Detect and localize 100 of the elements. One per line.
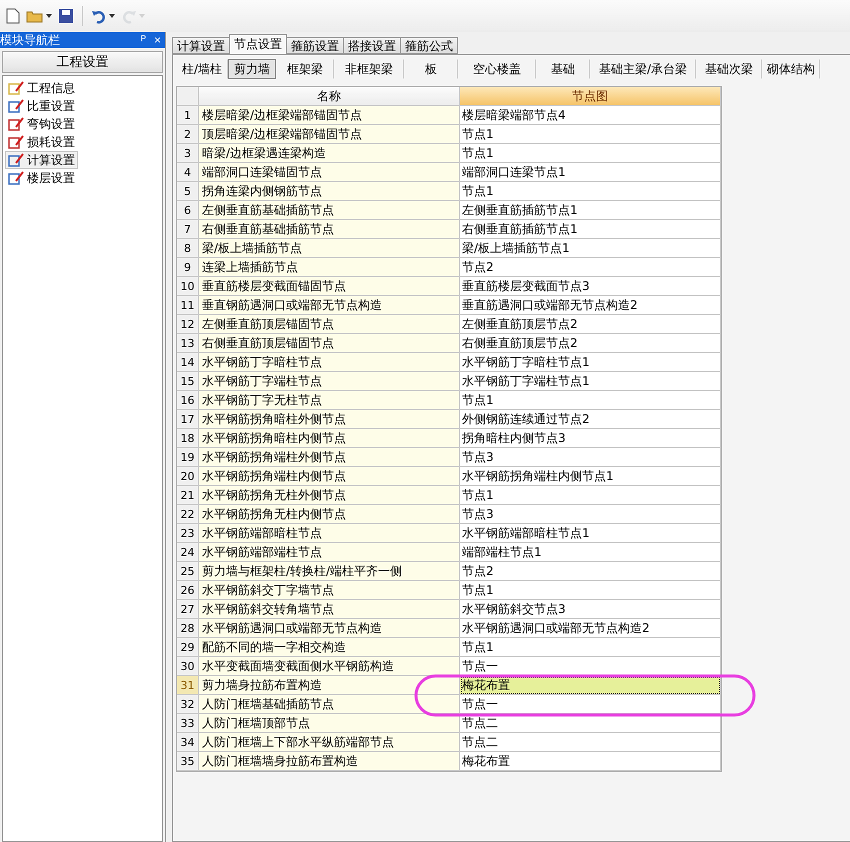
table-cell[interactable]: 梅花布置 [460, 752, 721, 771]
table-cell: 连梁上墙插筋节点 [199, 258, 460, 277]
row-number: 3 [177, 144, 199, 163]
undo-icon [91, 8, 107, 24]
row-number: 21 [177, 486, 199, 505]
row-number: 14 [177, 353, 199, 372]
tab[interactable]: 计算设置 [172, 37, 230, 54]
table-cell: 水平钢筋拐角暗柱外侧节点 [199, 410, 460, 429]
table-cell[interactable]: 节点3 [460, 505, 721, 524]
table-cell: 剪力墙身拉筋布置构造 [199, 676, 460, 695]
table-cell[interactable]: 端部端柱节点1 [460, 543, 721, 562]
table-cell[interactable]: 垂直筋遇洞口或端部无节点构造2 [460, 296, 721, 315]
settings-item-icon [8, 135, 24, 149]
table-cell[interactable]: 水平钢筋拐角端柱内侧节点1 [460, 467, 721, 486]
table-cell[interactable]: 水平钢筋斜交节点3 [460, 600, 721, 619]
table-cell[interactable]: 节点二 [460, 733, 721, 752]
nav-item[interactable]: 弯钩设置 [5, 115, 78, 133]
close-button[interactable]: × [154, 33, 161, 47]
table-cell: 暗梁/边框梁遇连梁构造 [199, 144, 460, 163]
settings-item-icon [8, 99, 24, 113]
row-number: 17 [177, 410, 199, 429]
settings-item-icon [8, 81, 24, 95]
sub-tab[interactable]: 空心楼盖 [458, 59, 536, 79]
nav-item[interactable]: 比重设置 [5, 97, 78, 115]
tab[interactable]: 搭接设置 [343, 37, 401, 54]
nav-item-label: 比重设置 [27, 98, 75, 114]
table-cell[interactable]: 节点1 [460, 144, 721, 163]
table-cell: 水平钢筋丁字无柱节点 [199, 391, 460, 410]
table-cell[interactable]: 右侧垂直筋插筋节点1 [460, 220, 721, 239]
table-cell: 水平钢筋遇洞口或端部无节点构造 [199, 619, 460, 638]
table-cell[interactable]: 节点2 [460, 258, 721, 277]
nav-item-label: 工程信息 [27, 80, 75, 96]
table-cell[interactable]: 节点1 [460, 391, 721, 410]
table-cell[interactable]: 水平钢筋端部暗柱节点1 [460, 524, 721, 543]
table-cell[interactable]: 节点1 [460, 581, 721, 600]
table-cell: 左侧垂直筋基础插筋节点 [199, 201, 460, 220]
row-number: 33 [177, 714, 199, 733]
row-number: 28 [177, 619, 199, 638]
table-cell: 水平变截面墙变截面侧水平钢筋构造 [199, 657, 460, 676]
table-cell[interactable]: 右侧垂直筋顶层节点2 [460, 334, 721, 353]
table-cell[interactable]: 拐角暗柱内侧节点3 [460, 429, 721, 448]
tab[interactable]: 箍筋公式 [400, 37, 458, 54]
tab[interactable]: 节点设置 [229, 34, 287, 54]
sub-tab[interactable]: 非框架梁 [334, 59, 404, 79]
tab[interactable]: 箍筋设置 [286, 37, 344, 54]
table-cell[interactable]: 水平钢筋遇洞口或端部无节点构造2 [460, 619, 721, 638]
table-cell: 剪力墙与框架柱/转换柱/端柱平齐一侧 [199, 562, 460, 581]
row-number: 8 [177, 239, 199, 258]
sub-tab[interactable]: 基础次梁 [696, 59, 762, 79]
table-cell: 水平钢筋拐角端柱内侧节点 [199, 467, 460, 486]
sub-tab[interactable]: 框架梁 [276, 59, 334, 79]
table-cell: 水平钢筋丁字端柱节点 [199, 372, 460, 391]
table-cell[interactable]: 垂直筋楼层变截面节点3 [460, 277, 721, 296]
row-number: 26 [177, 581, 199, 600]
table-cell[interactable]: 水平钢筋丁字暗柱节点1 [460, 353, 721, 372]
table-cell[interactable]: 外侧钢筋连续通过节点2 [460, 410, 721, 429]
redo-icon [121, 8, 137, 24]
sub-tab[interactable]: 基础 [536, 59, 590, 79]
table-cell[interactable]: 梁/板上墙插筋节点1 [460, 239, 721, 258]
row-number: 29 [177, 638, 199, 657]
table-cell[interactable]: 节点2 [460, 562, 721, 581]
row-number: 35 [177, 752, 199, 771]
table-cell[interactable]: 节点1 [460, 125, 721, 144]
column-header[interactable]: 节点图 [460, 87, 721, 106]
row-number: 13 [177, 334, 199, 353]
table-cell[interactable]: 节点1 [460, 486, 721, 505]
table-cell[interactable]: 左侧垂直筋插筋节点1 [460, 201, 721, 220]
row-number: 18 [177, 429, 199, 448]
table-cell[interactable]: 节点1 [460, 638, 721, 657]
section-header[interactable]: 工程设置 [2, 51, 163, 73]
table-cell[interactable]: 节点一 [460, 657, 721, 676]
table-cell: 水平钢筋斜交转角墙节点 [199, 600, 460, 619]
table-cell: 水平钢筋拐角无柱外侧节点 [199, 486, 460, 505]
pin-button[interactable]: ᴾ [140, 33, 146, 47]
nav-item[interactable]: 损耗设置 [5, 133, 78, 151]
row-number: 20 [177, 467, 199, 486]
table-cell[interactable]: 端部洞口连梁节点1 [460, 163, 721, 182]
table-cell[interactable]: 水平钢筋丁字端柱节点1 [460, 372, 721, 391]
table-cell[interactable]: 楼层暗梁端部节点4 [460, 106, 721, 125]
row-number: 31 [177, 676, 199, 695]
sub-tab[interactable]: 剪力墙 [228, 59, 276, 79]
table-cell: 配筋不同的墙一字相交构造 [199, 638, 460, 657]
row-number: 6 [177, 201, 199, 220]
nav-item[interactable]: 楼层设置 [5, 169, 78, 187]
row-number: 16 [177, 391, 199, 410]
table-cell[interactable]: 左侧垂直筋顶层节点2 [460, 315, 721, 334]
table-cell[interactable]: 节点3 [460, 448, 721, 467]
sub-tab[interactable]: 砌体结构 [762, 59, 820, 79]
table-cell[interactable]: 节点一 [460, 695, 721, 714]
nav-item[interactable]: 计算设置 [5, 151, 78, 169]
sub-tab[interactable]: 板 [404, 59, 458, 79]
column-header[interactable]: 名称 [199, 87, 460, 106]
table-cell: 人防门框墙墙身拉筋布置构造 [199, 752, 460, 771]
sub-tab[interactable]: 基础主梁/承台梁 [590, 59, 696, 79]
row-number: 19 [177, 448, 199, 467]
table-cell: 人防门框墙上下部水平纵筋端部节点 [199, 733, 460, 752]
row-number: 22 [177, 505, 199, 524]
table-cell: 拐角连梁内侧钢筋节点 [199, 182, 460, 201]
table-cell[interactable]: 节点1 [460, 182, 721, 201]
nav-item[interactable]: 工程信息 [5, 79, 78, 97]
